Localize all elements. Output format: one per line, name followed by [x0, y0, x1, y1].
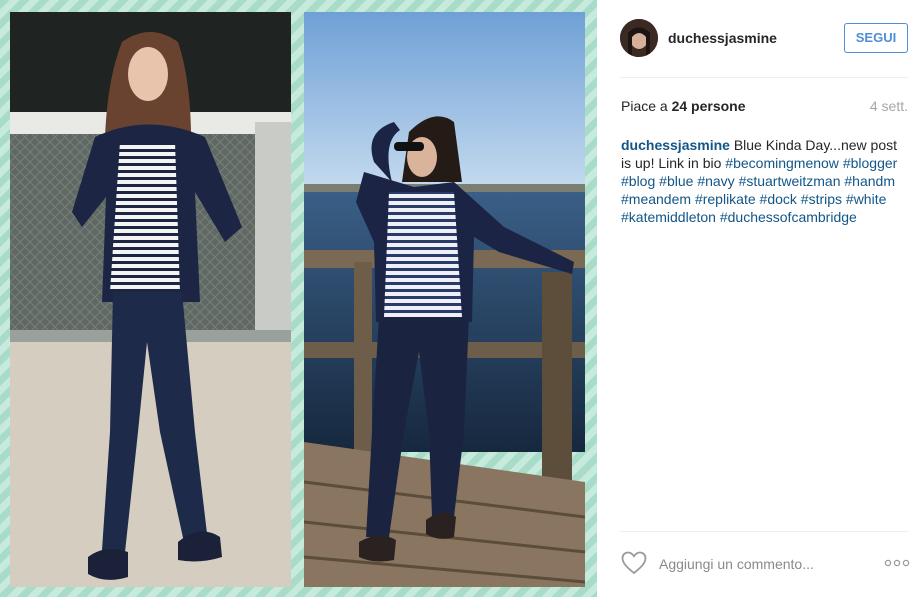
hashtag-link[interactable]: #replikate [695, 191, 756, 207]
hashtag-link[interactable]: #blog [621, 173, 655, 189]
hashtag-link[interactable]: #katemiddleton [621, 209, 716, 225]
more-options-icon[interactable] [884, 556, 910, 570]
hashtag-link[interactable]: #meandem [621, 191, 691, 207]
post-timestamp[interactable]: 4 sett. [870, 98, 908, 114]
post-media[interactable] [0, 0, 597, 597]
photo-left-image [10, 12, 291, 587]
comment-bar [597, 532, 910, 597]
hashtag-link[interactable]: #white [846, 191, 886, 207]
post-caption: duchessjasmine Blue Kinda Day...new post… [621, 136, 909, 226]
comment-input[interactable] [659, 554, 859, 574]
hashtag-link[interactable]: #navy [697, 173, 734, 189]
caption-username-link[interactable]: duchessjasmine [621, 137, 730, 153]
photo-right-image [304, 12, 585, 587]
post-details-panel: duchessjasmine SEGUI Piace a 24 persone … [597, 0, 910, 597]
hashtag-link[interactable]: #duchessofcambridge [720, 209, 857, 225]
heart-icon[interactable] [621, 551, 647, 575]
hashtag-link[interactable]: #dock [760, 191, 797, 207]
follow-button[interactable]: SEGUI [844, 23, 908, 53]
username-link[interactable]: duchessjasmine [668, 30, 777, 46]
likes-number: 24 [671, 98, 688, 114]
post-header: duchessjasmine SEGUI [597, 0, 910, 77]
avatar[interactable] [620, 19, 658, 57]
photo-right-woman-on-dock [304, 12, 585, 587]
hashtag-link[interactable]: #strips [801, 191, 842, 207]
likes-suffix: persone [687, 98, 746, 114]
hashtag-link[interactable]: #blogger [843, 155, 898, 171]
avatar-image [620, 19, 658, 57]
hashtag-link[interactable]: #stuartweitzman [739, 173, 841, 189]
likes-prefix: Piace a [621, 98, 672, 114]
hashtag-link[interactable]: #handm [844, 173, 895, 189]
divider [620, 77, 908, 78]
hashtag-link[interactable]: #blue [659, 173, 693, 189]
hashtag-link[interactable]: #becomingmenow [725, 155, 839, 171]
likes-count[interactable]: Piace a 24 persone [621, 98, 746, 114]
photo-left-woman-walking [10, 12, 291, 587]
